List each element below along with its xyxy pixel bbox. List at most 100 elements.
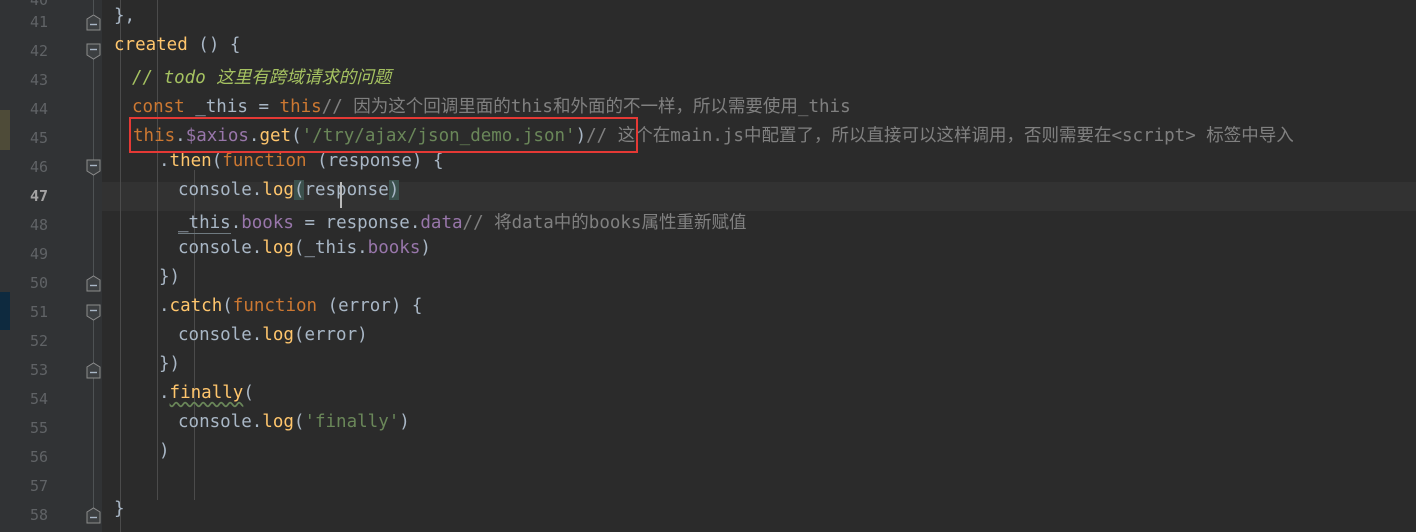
token-property-data: data [420,213,463,233]
token-console: console. [178,325,263,345]
token-property-books: books [367,238,421,258]
token-bracket-match-close: ) [388,180,400,200]
token-brace-comma: }, [114,6,136,26]
vcs-marker-modified[interactable] [0,110,10,150]
code-line-48[interactable]: _this.books = response.data// 将data中的boo… [178,209,746,234]
token-dot: . [230,213,242,233]
line-number-56: 56 [29,448,48,466]
token-property-axios: $axios [185,126,249,146]
token-console: console. [178,238,263,258]
token-args: (error) [293,325,368,345]
fold-marker-end-58[interactable] [86,507,101,524]
token-todo-comment: todo 这里有跨域请求的问题 [163,68,392,88]
code-line-46[interactable]: .then(function (response) { [159,151,444,171]
code-line-42[interactable]: created () { [114,35,240,55]
token-identifier-response: response [325,213,410,233]
token-paren-open: ( [293,412,305,432]
token-dot: . [159,383,170,403]
token-method-name: created [114,35,188,55]
fold-rail-segment [93,314,94,368]
code-text-area[interactable]: } }, created () { // todo 这里有跨域请求的问题 con… [102,0,1416,532]
code-line-41[interactable]: }, [114,6,135,26]
token-close-brace-paren: }) [159,267,181,287]
code-line-45[interactable]: this.$axios.get('/try/ajax/json_demo.jso… [133,122,1294,147]
token-args: (_this. [293,238,368,258]
token-args: (response) { [306,151,444,171]
fold-marker-end-53[interactable] [86,362,101,379]
line-number-42: 42 [29,42,48,60]
token-variable-this: _this [195,97,248,118]
token-paren-close: ) [159,441,170,461]
token-method-then: then [169,151,212,171]
token-close-brace: } [114,499,125,519]
token-paren-close: ) [420,238,431,258]
token-paren-open: ( [243,383,254,403]
fold-marker-end-50[interactable] [86,275,101,292]
token-keyword-this: this [279,97,322,117]
fold-marker-start-51[interactable] [86,304,101,321]
line-number-51: 51 [29,303,48,321]
line-number-54: 54 [29,390,48,408]
code-line-52[interactable]: console.log(error) [178,325,368,345]
token-parens: () { [187,35,241,55]
line-number-47: 47 [29,187,48,205]
code-line-54[interactable]: .finally( [159,383,254,403]
token-keyword-function: function [232,296,318,316]
line-number-50: 50 [29,274,48,292]
token-variable-this: _this [178,213,231,234]
token-property-books: books [241,213,294,233]
token-assign: = [247,97,280,117]
line-number-46: 46 [29,158,48,176]
token-line-comment: // 这个在main.js中配置了，所以直接可以这样调用，否则需要在<scrip… [586,126,1294,146]
line-number-49: 49 [29,245,48,263]
token-paren-open: ( [291,126,302,146]
token-dot: . [175,126,186,146]
token-paren-open: ( [222,296,233,316]
token-paren-close: ) [399,412,410,432]
token-assign: = [293,213,326,233]
token-paren-open: ( [211,151,223,171]
token-string-url: '/try/ajax/json_demo.json' [301,126,576,146]
code-line-56[interactable]: ) [159,441,170,461]
token-method-log: log [262,180,294,200]
fold-marker-start-46[interactable] [86,159,101,176]
line-number-43: 43 [29,71,48,89]
code-line-49[interactable]: console.log(_this.books) [178,238,431,258]
fold-rail-segment [93,56,94,170]
code-line-43[interactable]: // todo 这里有跨域请求的问题 [132,64,391,89]
fold-marker-end-41[interactable] [86,14,101,31]
token-string-finally: 'finally' [304,412,400,432]
line-number-52: 52 [29,332,48,350]
line-number-58: 58 [29,506,48,524]
token-method-get: get [259,126,292,146]
token-method-catch: catch [169,296,223,316]
code-line-47[interactable]: console.log(response) [178,180,400,200]
fold-marker-start-42[interactable] [86,43,101,60]
token-paren-close: ) [575,126,587,146]
code-line-55[interactable]: console.log('finally') [178,412,410,432]
token-console: console. [178,180,263,200]
fold-rail-segment [93,368,94,514]
token-method-log: log [262,412,294,432]
code-line-53[interactable]: }) [159,354,180,374]
token-keyword-const: const [132,97,185,117]
code-editor[interactable]: 40 41 42 43 44 45 46 47 48 49 50 51 52 5… [0,0,1416,532]
text-caret [340,182,342,208]
code-line-50[interactable]: }) [159,267,180,287]
line-number-53: 53 [29,361,48,379]
vcs-change-strip[interactable] [0,0,10,532]
token-keyword-function: function [222,151,307,171]
code-line-44[interactable]: const _this = this// 因为这个回调里面的this和外面的不一… [132,93,851,118]
token-line-comment: // 因为这个回调里面的this和外面的不一样，所以需要使用_this [321,97,851,117]
code-line-51[interactable]: .catch(function (error) { [159,296,422,316]
vcs-marker-added[interactable] [0,292,10,330]
indent-guide [120,0,121,532]
token-dot: . [409,213,421,233]
token-arg-response: response [304,180,389,200]
token-dot: . [159,296,170,316]
code-line-58[interactable]: } [114,499,125,519]
fold-rail-segment [93,170,94,280]
token-method-log: log [262,238,294,258]
editor-gutter[interactable]: 40 41 42 43 44 45 46 47 48 49 50 51 52 5… [10,0,102,532]
